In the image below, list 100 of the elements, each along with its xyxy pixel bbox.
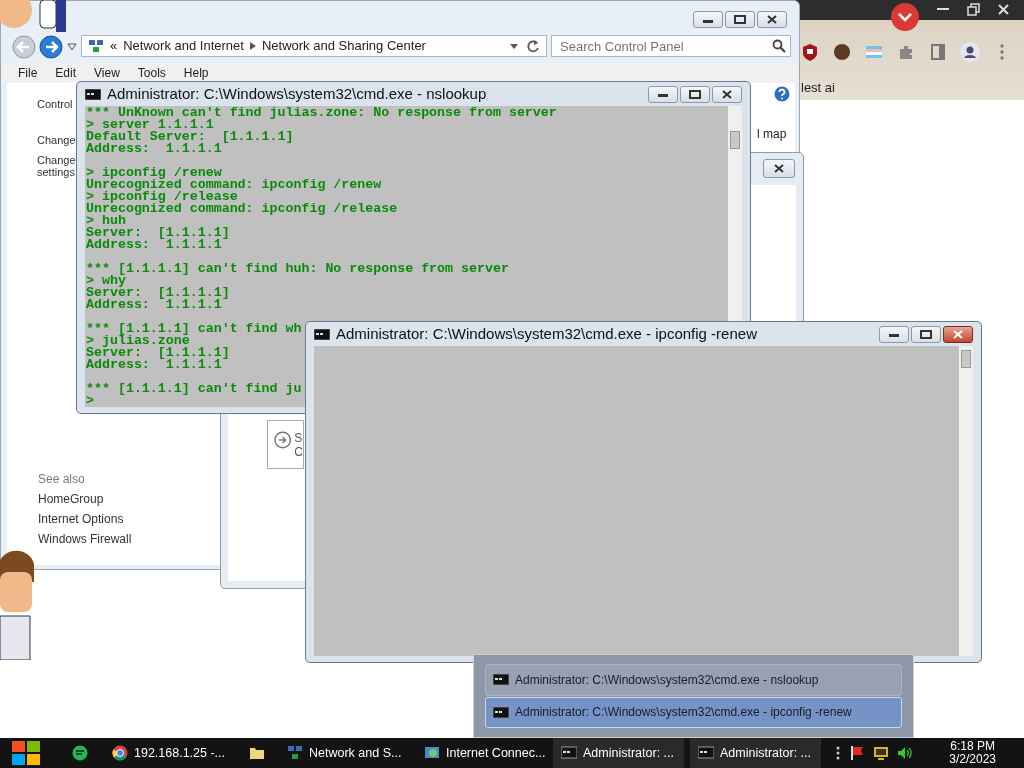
address-bar[interactable]: « Network and Internet Network and Sharing Center [81,35,547,57]
close-button[interactable] [757,11,787,28]
sidebar-link[interactable]: Change [37,134,76,146]
folder-icon [249,745,265,761]
sidebar-link[interactable]: HomeGroup [38,490,104,508]
console-line: *** [1.1.1.1] can't find ju [86,383,302,395]
menu-item[interactable]: View [85,64,129,82]
preview-title: Administrator: C:\Windows\system32\cmd.exe - nslookup [515,671,819,689]
window-title: Administrator: C:\Windows\system32\cmd.exe - nslookup [107,83,487,104]
minimize-icon [889,331,899,337]
search-icon [772,39,786,53]
dropdown-icon[interactable] [67,43,77,51]
maximize-button[interactable] [725,11,755,28]
console-icon [314,328,330,340]
close-icon [774,164,784,173]
breadcrumb-item[interactable]: Network and Sharing Center [261,36,426,56]
scroll-thumb[interactable] [730,131,740,149]
map-link[interactable]: l map [757,125,787,143]
minimize-button[interactable] [648,85,678,103]
clock-date[interactable]: 3/2/2023 [949,753,996,766]
option-text: C [294,445,303,459]
console-line: > huh [86,215,126,227]
avatar-icon[interactable] [832,42,852,62]
menu-item[interactable]: Tools [128,64,175,82]
sidebar-link[interactable]: Internet Options [38,510,124,528]
menu-item[interactable]: File [9,64,47,82]
option-card[interactable]: S C [267,420,304,469]
dropdown-icon[interactable] [510,43,518,49]
network-icon [287,745,303,761]
breadcrumb-prefix[interactable]: « [110,36,118,56]
console-line: > why [86,275,126,287]
browser-icon [112,745,128,761]
arrow-circle-icon [274,431,292,449]
console-icon [85,88,101,100]
console-icon [493,706,509,718]
close-icon [953,329,963,339]
sidebar-link[interactable]: settings [37,166,75,178]
console-line: > ipconfig /renew [86,167,222,179]
speaker-icon[interactable] [897,745,913,761]
profile-icon[interactable] [960,42,980,62]
sidebar-link[interactable]: Windows Firewall [38,530,132,548]
console-line: Address: 1.1.1.1 [86,299,222,311]
restore-icon [920,329,932,339]
sidebar-link[interactable]: Control [37,98,73,110]
help-icon[interactable] [774,86,790,102]
console-line: > julias.zone [86,335,190,347]
chat-icon[interactable] [72,745,88,761]
taskbar-button[interactable]: Administrator: ... [553,738,684,768]
console-line: *** UnKnown can't find julias.zone: No response from server [86,107,557,119]
console-line: Address: 1.1.1.1 [86,239,222,251]
window-title: Administrator: C:\Windows\system32\cmd.exe - ipconfig -renew [336,323,757,344]
restore-icon [734,15,746,24]
taskbar-button[interactable]: Internet Connec... [416,738,547,768]
shield-icon[interactable] [800,42,820,62]
preview-title: Administrator: C:\Windows\system32\cmd.exe - ipconfig -renew [515,704,852,722]
clock-time[interactable]: 6:18 PM [950,740,995,753]
maximize-button[interactable] [911,325,941,343]
minimize-button[interactable] [693,11,723,28]
option-text: S [294,431,303,445]
console-icon [698,745,714,761]
chevron-right-icon [249,42,256,50]
breadcrumb-item[interactable]: Network and Internet [123,36,244,56]
taskbar-button[interactable]: 192.168.1.25 -... [104,738,235,768]
bookmark-link[interactable]: lest ai [801,78,835,98]
console-line: Server: [1.1.1.1] [86,347,230,359]
start-icon[interactable] [10,738,42,768]
close-button[interactable] [943,325,973,343]
sidebar-link[interactable]: Change [37,154,76,166]
menu-icon[interactable] [835,745,841,761]
preview-item[interactable]: Administrator: C:\Windows\system32\cmd.exe - ipconfig -renew [485,696,902,728]
forward-button[interactable] [39,35,63,59]
scroll-thumb[interactable] [961,350,971,368]
side-panel-icon[interactable] [928,42,948,62]
maximize-button[interactable] [680,85,710,103]
console-line: > ipconfig /release [86,191,238,203]
restore-icon [689,89,701,99]
flag-icon[interactable] [849,745,865,761]
console-line: > [86,395,94,407]
preview-item[interactable]: Administrator: C:\Windows\system32\cmd.exe - nslookup [485,664,902,696]
console-line: *** [1.1.1.1] can't find wh [86,323,302,335]
console-line: Address: 1.1.1.1 [86,359,222,371]
console-line: Server: [1.1.1.1] [86,287,230,299]
chevron-down-icon[interactable] [890,2,920,32]
taskbar-button[interactable]: Network and S... [279,738,410,768]
console-line: Server: [1.1.1.1] [86,227,230,239]
close-button[interactable] [763,159,795,178]
restore-icon [966,2,980,16]
menu-item[interactable]: Help [174,64,218,82]
close-button[interactable] [712,85,742,103]
menu-item[interactable]: Edit [46,64,86,82]
taskbar-button[interactable]: Administrator: ... [690,738,821,768]
search-field[interactable]: Search Control Panel [551,35,791,57]
console-icon [561,745,577,761]
figure-drawing [0,0,66,32]
console-line: Default Server: [1.1.1.1] [86,131,294,143]
monitor-icon[interactable] [873,745,889,761]
network-icon [88,38,104,54]
minimize-button[interactable] [879,325,909,343]
close-icon [997,3,1009,15]
refresh-icon[interactable] [526,39,540,53]
